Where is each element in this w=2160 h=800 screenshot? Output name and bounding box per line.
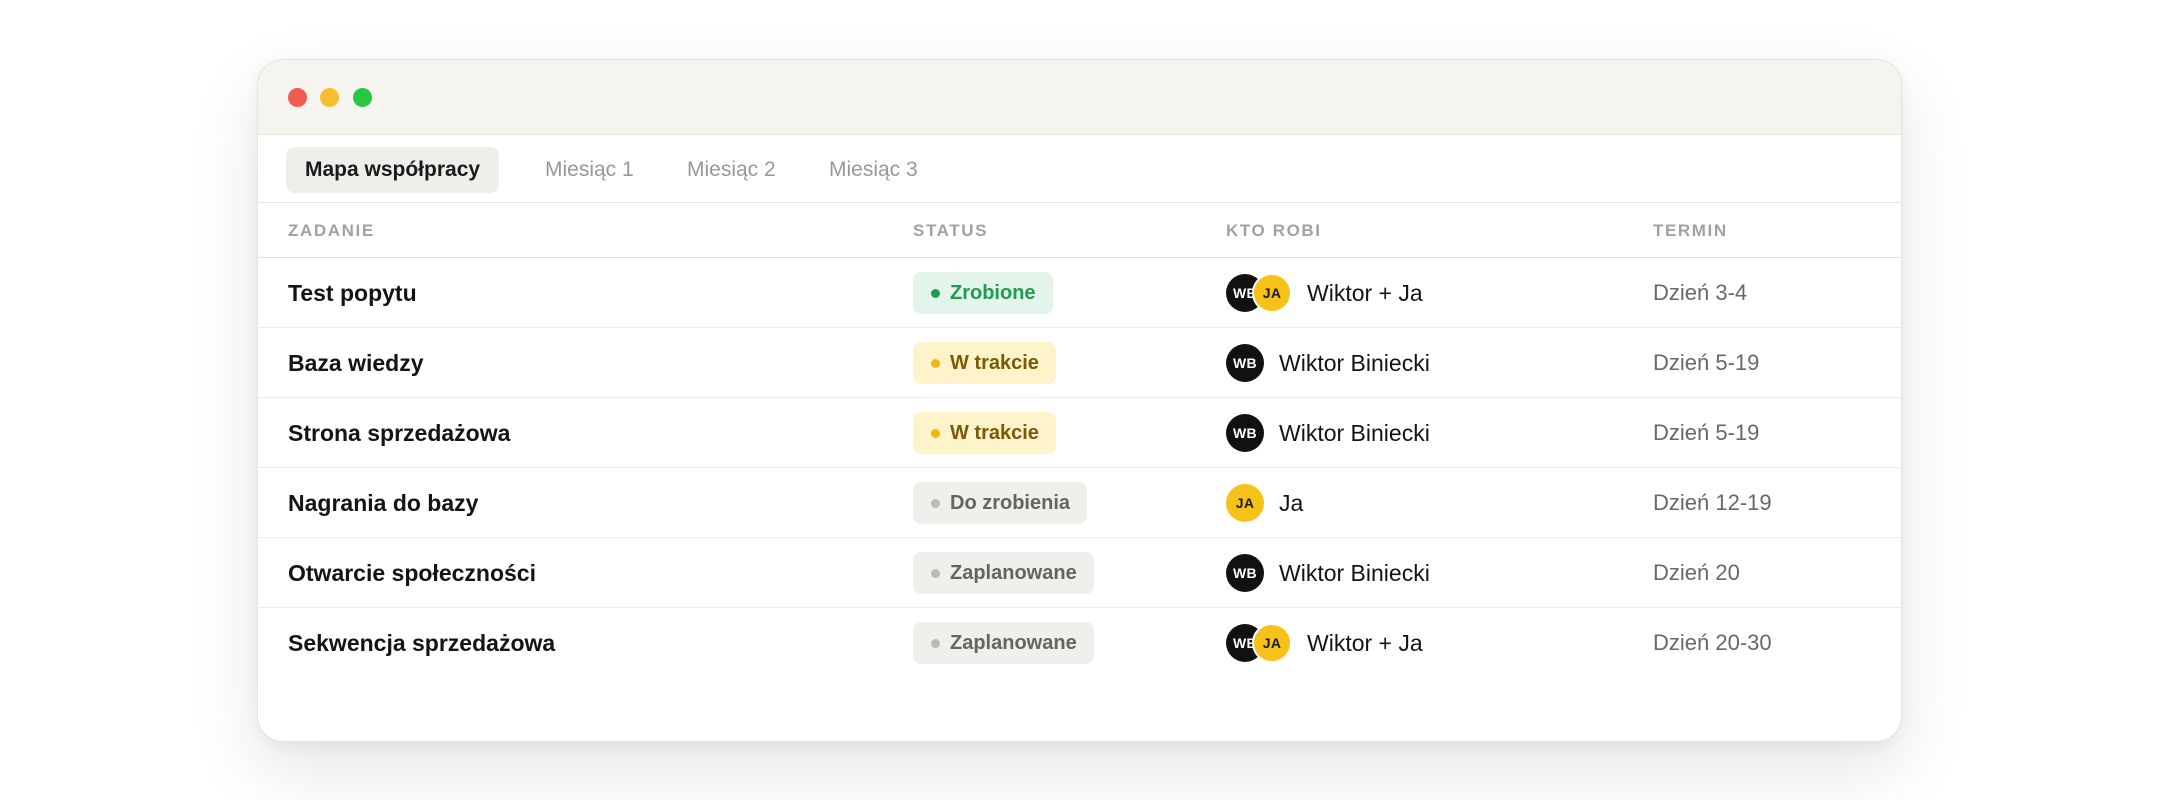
column-header-status[interactable]: STATUS: [913, 203, 988, 258]
assignee-name: Wiktor + Ja: [1307, 629, 1423, 656]
status-label: Zaplanowane: [950, 561, 1077, 584]
table-body: Test popytu Zrobione WB JA Wiktor + Ja D…: [258, 258, 1901, 678]
tab-miesiac-3[interactable]: Miesiąc 3: [810, 147, 937, 193]
minimize-window-button[interactable]: [320, 88, 339, 107]
avatar-group: JA: [1226, 484, 1264, 522]
status-dot-icon: [931, 498, 940, 508]
assignee-name: Wiktor + Ja: [1307, 279, 1423, 306]
app-window: Mapa współpracy Miesiąc 1 Miesiąc 2 Mies…: [257, 59, 1902, 742]
table-row[interactable]: Nagrania do bazy Do zrobienia JA Ja Dzie…: [258, 468, 1901, 538]
task-name: Sekwencja sprzedażowa: [288, 629, 556, 656]
avatar: JA: [1252, 273, 1292, 313]
task-name: Test popytu: [288, 279, 417, 306]
table-row[interactable]: Otwarcie społeczności Zaplanowane WB Wik…: [258, 538, 1901, 608]
status-badge[interactable]: W trakcie: [913, 342, 1056, 384]
status-badge[interactable]: Zaplanowane: [913, 622, 1094, 664]
maximize-window-button[interactable]: [353, 88, 372, 107]
term-value: Dzień 20-30: [1653, 630, 1772, 655]
avatar-group: WB: [1226, 554, 1264, 592]
close-window-button[interactable]: [288, 88, 307, 107]
assignee-name: Wiktor Biniecki: [1279, 559, 1430, 586]
status-badge[interactable]: Zrobione: [913, 272, 1053, 314]
table-row[interactable]: Baza wiedzy W trakcie WB Wiktor Biniecki…: [258, 328, 1901, 398]
avatar-group: WB JA: [1226, 623, 1292, 663]
task-name: Strona sprzedażowa: [288, 419, 511, 446]
task-name: Otwarcie społeczności: [288, 559, 536, 586]
term-value: Dzień 12-19: [1653, 490, 1772, 515]
term-value: Dzień 5-19: [1653, 420, 1760, 445]
column-header-task[interactable]: ZADANIE: [288, 203, 375, 258]
assignee-name: Ja: [1279, 489, 1304, 516]
status-label: Do zrobienia: [950, 491, 1071, 514]
task-name: Baza wiedzy: [288, 349, 424, 376]
status-label: Zrobione: [950, 281, 1036, 304]
status-badge[interactable]: Do zrobienia: [913, 482, 1088, 524]
assignee-name: Wiktor Biniecki: [1279, 419, 1430, 446]
status-label: W trakcie: [950, 351, 1039, 374]
term-value: Dzień 5-19: [1653, 350, 1760, 375]
status-badge[interactable]: W trakcie: [913, 412, 1056, 454]
avatar: JA: [1252, 623, 1292, 663]
table-row[interactable]: Sekwencja sprzedażowa Zaplanowane WB JA …: [258, 608, 1901, 678]
avatar: JA: [1226, 484, 1264, 522]
tab-miesiac-2[interactable]: Miesiąc 2: [668, 147, 795, 193]
task-name: Nagrania do bazy: [288, 489, 479, 516]
table-row[interactable]: Test popytu Zrobione WB JA Wiktor + Ja D…: [258, 258, 1901, 328]
avatar-group: WB: [1226, 414, 1264, 452]
status-dot-icon: [931, 358, 940, 368]
status-badge[interactable]: Zaplanowane: [913, 552, 1094, 594]
term-value: Dzień 3-4: [1653, 280, 1748, 305]
status-label: W trakcie: [950, 421, 1039, 444]
tab-miesiac-1[interactable]: Miesiąc 1: [526, 147, 653, 193]
tab-bar: Mapa współpracy Miesiąc 1 Miesiąc 2 Mies…: [258, 135, 1901, 203]
avatar-group: WB: [1226, 344, 1264, 382]
avatar: WB: [1226, 344, 1264, 382]
status-label: Zaplanowane: [950, 631, 1077, 654]
status-dot-icon: [931, 568, 940, 578]
status-dot-icon: [931, 638, 940, 648]
table-header: ZADANIE STATUS KTO ROBI TERMIN: [258, 203, 1901, 258]
tab-mapa-wspolpracy[interactable]: Mapa współpracy: [286, 147, 500, 193]
term-value: Dzień 20: [1653, 560, 1740, 585]
status-dot-icon: [931, 288, 940, 298]
avatar: WB: [1226, 554, 1264, 592]
assignee-name: Wiktor Biniecki: [1279, 349, 1430, 376]
column-header-who[interactable]: KTO ROBI: [1226, 203, 1322, 258]
avatar: WB: [1226, 414, 1264, 452]
title-bar: [258, 60, 1901, 135]
avatar-group: WB JA: [1226, 273, 1292, 313]
table-row[interactable]: Strona sprzedażowa W trakcie WB Wiktor B…: [258, 398, 1901, 468]
status-dot-icon: [931, 428, 940, 438]
column-header-term[interactable]: TERMIN: [1653, 203, 1728, 258]
